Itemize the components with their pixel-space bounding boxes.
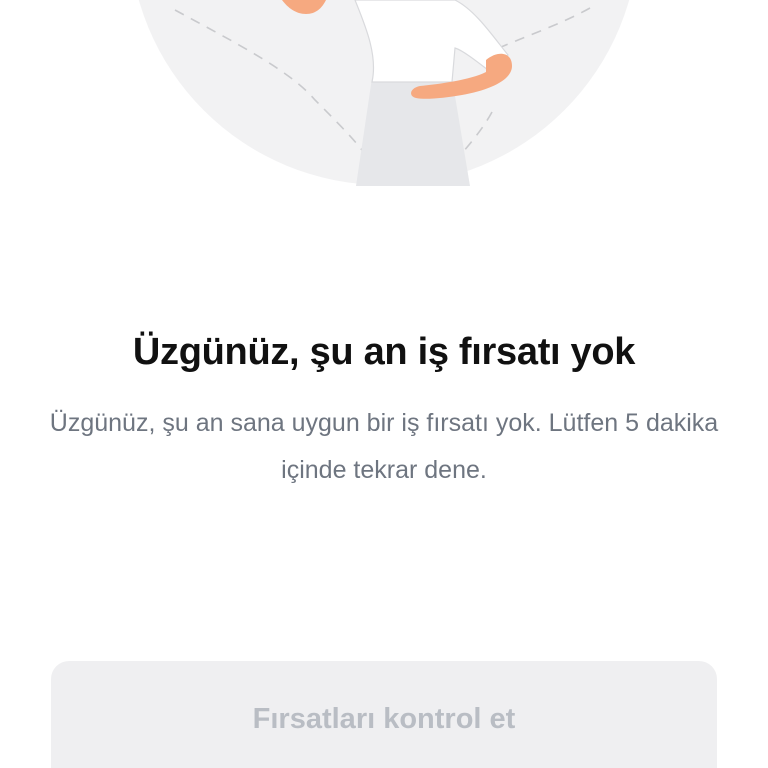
- check-opportunities-label: Fırsatları kontrol et: [252, 703, 516, 735]
- check-opportunities-button[interactable]: Fırsatları kontrol et: [51, 661, 717, 768]
- no-jobs-screen: Üzgünüz, şu an iş fırsatı yok Üzgünüz, ş…: [0, 0, 768, 768]
- woman-waiting-illustration: [138, 0, 630, 186]
- empty-state-message: Üzgünüz, şu an sana uygun bir iş fırsatı…: [49, 409, 719, 484]
- empty-state-title: Üzgünüz, şu an iş fırsatı yok: [132, 331, 636, 373]
